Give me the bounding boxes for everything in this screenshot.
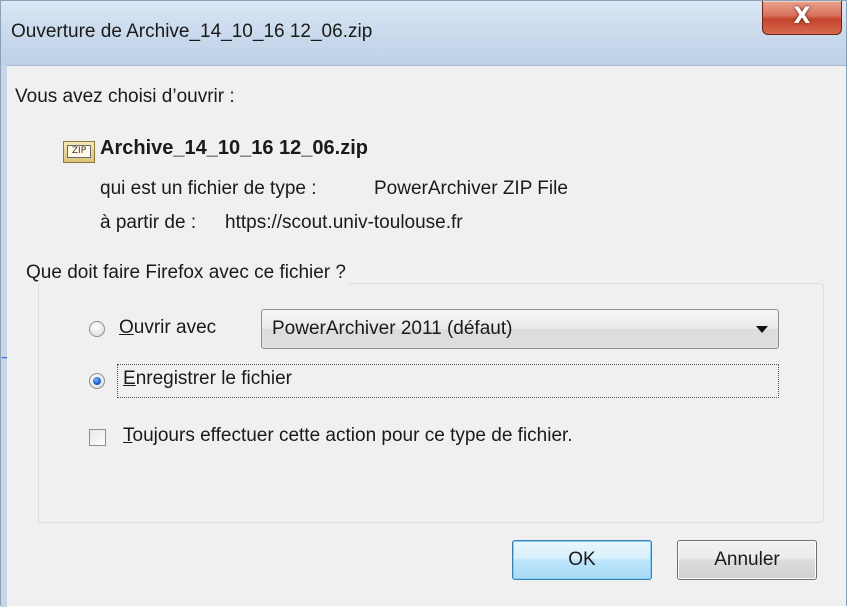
zip-file-icon: ZIP [63, 141, 95, 163]
save-file-radio[interactable] [89, 373, 105, 389]
window-title: Ouverture de Archive_14_10_16 12_06.zip [11, 21, 373, 42]
always-action-checkbox[interactable] [89, 429, 106, 446]
ok-button[interactable]: OK [512, 540, 652, 580]
file-source-value: https://scout.univ-toulouse.fr [225, 212, 463, 233]
open-with-radio[interactable] [89, 321, 105, 337]
file-source-label: à partir de : [100, 212, 197, 233]
save-file-label[interactable]: Enregistrer le fichier [123, 368, 292, 390]
file-name: Archive_14_10_16 12_06.zip [100, 137, 368, 159]
file-type-label: qui est un fichier de type : [100, 178, 317, 199]
open-with-app-select[interactable]: PowerArchiver 2011 (défaut) [261, 309, 779, 349]
download-dialog: Ouverture de Archive_14_10_16 12_06.zip … [0, 0, 847, 607]
dialog-body: Vous avez choisi d’ouvrir : ZIP Archive_… [7, 66, 846, 606]
intro-text: Vous avez choisi d’ouvrir : [15, 86, 235, 107]
cancel-button[interactable]: Annuler [677, 540, 817, 580]
file-type-value: PowerArchiver ZIP File [374, 178, 568, 199]
chevron-down-icon [756, 326, 768, 333]
open-with-label[interactable]: Ouvrir avec [119, 317, 216, 339]
close-icon: X [793, 4, 811, 29]
always-action-label[interactable]: Toujours effectuer cette action pour ce … [123, 425, 573, 447]
close-button[interactable]: X [762, 1, 842, 35]
action-group-title: Que doit faire Firefox avec ce fichier ? [23, 262, 349, 284]
open-with-app-value: PowerArchiver 2011 (défaut) [272, 318, 513, 339]
title-bar[interactable]: Ouverture de Archive_14_10_16 12_06.zip … [1, 1, 846, 66]
